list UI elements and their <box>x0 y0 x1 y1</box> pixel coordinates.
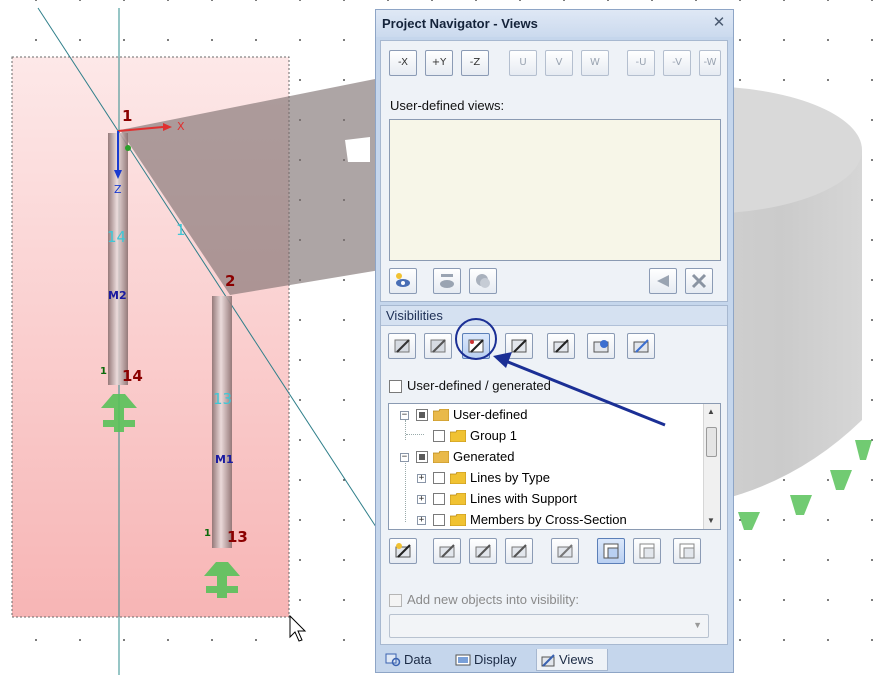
annotation-overlay <box>493 352 666 427</box>
annotation-arrow <box>502 358 666 427</box>
annotation-arrowhead <box>493 352 512 368</box>
